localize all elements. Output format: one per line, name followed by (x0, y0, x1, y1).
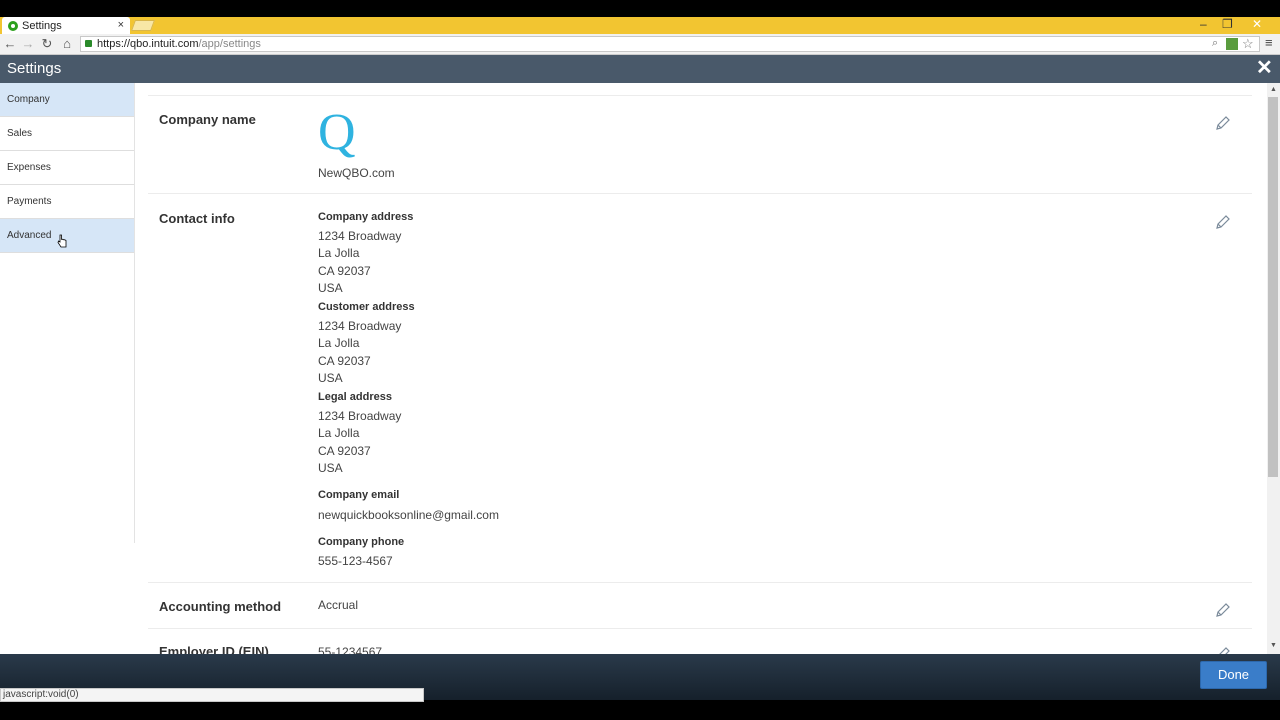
company-email-value: newquickbooksonline@gmail.com (318, 508, 499, 522)
address-line: 1234 Broadway (318, 229, 402, 243)
legal-address-label: Legal address (318, 391, 392, 403)
tab-strip (0, 17, 1280, 34)
bookmark-star-icon[interactable]: ☆ (1242, 36, 1254, 52)
company-phone-label: Company phone (318, 536, 405, 548)
sidebar-item-company[interactable]: Company (0, 83, 134, 117)
url-host: https://qbo.intuit.com (97, 38, 199, 50)
address-line: USA (318, 281, 343, 295)
contact-info-label: Contact info (159, 211, 235, 226)
address-line: La Jolla (318, 246, 360, 260)
zoom-icon[interactable]: ⌕ (1212, 37, 1218, 50)
company-address-label: Company address (318, 211, 414, 223)
sidebar-item-advanced[interactable]: Advanced (0, 219, 134, 253)
close-settings-icon[interactable]: ✕ (1256, 58, 1273, 78)
company-phone-value: 555-123-4567 (318, 554, 393, 568)
reload-icon[interactable]: ↻ (39, 35, 55, 53)
new-tab-button[interactable] (130, 20, 156, 31)
tab-title: Settings (22, 19, 62, 32)
screen-border-top (0, 0, 1280, 17)
back-arrow-icon[interactable]: ← (2, 35, 18, 53)
lock-icon (85, 40, 92, 47)
address-line: USA (318, 371, 343, 385)
company-name-label: Company name (159, 112, 256, 127)
settings-header (0, 55, 1280, 83)
window-minimize-button[interactable]: – (1200, 17, 1207, 34)
address-line: La Jolla (318, 426, 360, 440)
hand-cursor-icon (57, 234, 67, 248)
address-line: 1234 Broadway (318, 409, 402, 423)
extension-icon[interactable] (1226, 38, 1238, 50)
company-email-label: Company email (318, 489, 400, 501)
scroll-up-arrow-icon[interactable]: ▲ (1270, 86, 1277, 93)
done-button[interactable]: Done (1200, 661, 1267, 689)
settings-page (0, 83, 1280, 654)
url-path: /app/settings (198, 38, 261, 50)
page-title: Settings (7, 60, 62, 77)
sidebar-item-payments[interactable]: Payments (0, 185, 134, 219)
customer-address-label: Customer address (318, 301, 415, 313)
window-maximize-button[interactable]: ❐ (1222, 17, 1233, 34)
scroll-down-arrow-icon[interactable]: ▼ (1270, 642, 1277, 649)
forward-arrow-icon[interactable]: → (20, 35, 36, 53)
window-close-button[interactable]: ✕ (1252, 17, 1262, 34)
screen-border-bottom (0, 702, 1280, 720)
sidebar-item-expenses[interactable]: Expenses (0, 151, 134, 185)
content-scrollbar-thumb[interactable] (1268, 97, 1278, 477)
browser-tab-settings[interactable]: Settings × (2, 17, 130, 34)
section-divider (148, 628, 1252, 629)
address-bar[interactable]: https://qbo.intuit.com/app/settings (80, 36, 1260, 52)
company-name-value: NewQBO.com (318, 166, 395, 180)
quickbooks-favicon-icon (8, 20, 18, 31)
edit-pencil-icon[interactable] (1215, 214, 1231, 230)
accounting-method-label: Accounting method (159, 599, 282, 614)
section-divider (148, 582, 1252, 583)
address-line: CA 92037 (318, 354, 371, 368)
sidebar-item-sales[interactable]: Sales (0, 117, 134, 151)
company-logo: Q (318, 104, 356, 161)
edit-pencil-icon[interactable] (1215, 602, 1231, 618)
address-line: La Jolla (318, 336, 360, 350)
accounting-method-value: Accrual (318, 598, 359, 612)
tab-close-icon[interactable]: × (118, 19, 124, 31)
address-line: CA 92037 (318, 444, 371, 458)
section-divider (148, 193, 1252, 194)
edit-pencil-icon[interactable] (1215, 115, 1231, 131)
address-line: CA 92037 (318, 264, 371, 278)
address-line: USA (318, 461, 343, 475)
home-icon[interactable]: ⌂ (59, 35, 75, 53)
browser-menu-icon[interactable]: ≡ (1265, 35, 1273, 50)
browser-status-bar: javascript:void(0) (0, 688, 424, 702)
address-line: 1234 Broadway (318, 319, 402, 333)
section-divider (148, 95, 1252, 96)
